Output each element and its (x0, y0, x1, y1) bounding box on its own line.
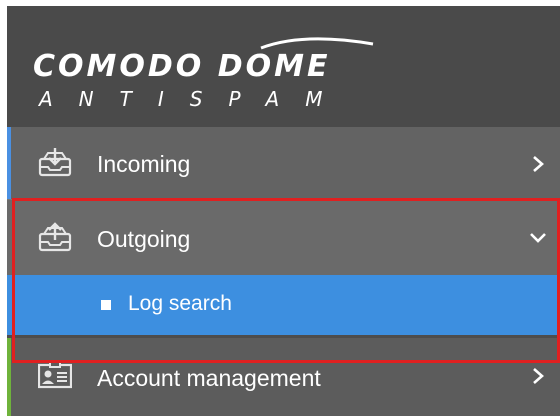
sidebar-item-label: Incoming (97, 151, 191, 177)
id-card-icon (37, 360, 73, 390)
outbox-upload-icon (38, 222, 72, 252)
sidebar-item-label: Account management (97, 365, 321, 391)
chevron-right-icon (528, 366, 548, 386)
inbox-download-icon (38, 147, 72, 177)
chevron-down-icon (528, 228, 548, 248)
sidebar-nav: COMODO DOME ANTISPAM Incoming Outgoing L… (7, 6, 560, 416)
sidebar-subitem-label: Log search (128, 292, 232, 315)
chevron-right-icon (528, 154, 548, 174)
svg-text:ANTISPAM: ANTISPAM (37, 87, 348, 111)
sidebar-item-incoming[interactable]: Incoming (7, 127, 560, 199)
brand-logo-area: COMODO DOME ANTISPAM (7, 6, 560, 127)
sidebar-item-account-management[interactable]: Account management (7, 338, 560, 416)
svg-text:COMODO DOME: COMODO DOME (33, 49, 330, 84)
comodo-dome-antispam-logo: COMODO DOME ANTISPAM (33, 37, 374, 111)
sidebar-item-label: Outgoing (97, 226, 191, 252)
app-window: COMODO DOME ANTISPAM Incoming Outgoing L… (0, 0, 560, 416)
sidebar-item-outgoing[interactable]: Outgoing (7, 200, 560, 275)
sidebar-subitem-log-search[interactable]: Log search (7, 275, 560, 335)
bullet-square-icon (101, 300, 111, 310)
